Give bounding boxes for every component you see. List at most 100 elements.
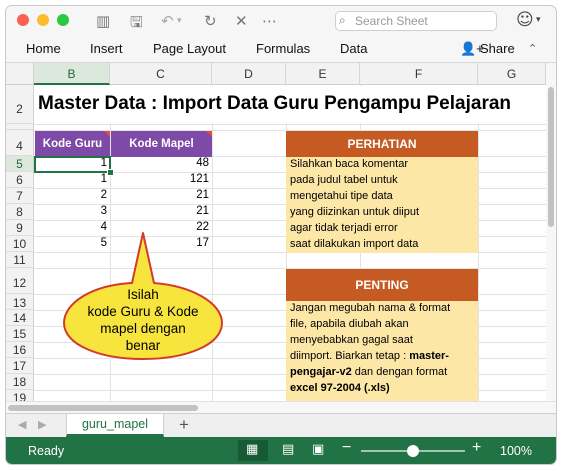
tab-insert[interactable]: Insert <box>90 41 123 56</box>
cell-kode-guru[interactable]: 2 <box>35 189 107 201</box>
spreadsheet-grid[interactable]: B C D E F G 2 4 5 6 7 8 9 10 11 12 13 14… <box>6 63 546 401</box>
row-header-7[interactable]: 7 <box>6 188 34 204</box>
sheet-tab-guru-mapel[interactable]: guru_mapel <box>66 414 164 437</box>
penting-line: excel 97-2004 (.xls) <box>290 382 390 394</box>
row-header-16[interactable]: 16 <box>6 342 34 358</box>
perhatian-line: yang diizinkan untuk diiput <box>290 206 420 218</box>
perhatian-line: mengetahui tipe data <box>290 190 393 202</box>
more-icon[interactable]: ⋯ <box>262 12 277 30</box>
row-header-6[interactable]: 6 <box>6 172 34 188</box>
search-placeholder: Search Sheet <box>355 14 428 28</box>
horizontal-scroll-thumb[interactable] <box>8 405 198 411</box>
header-kode-guru[interactable]: Kode Guru <box>35 131 110 157</box>
cell-kode-guru[interactable]: 1 <box>35 173 107 185</box>
active-cell-selection <box>34 156 111 173</box>
normal-view-icon: ▦ <box>246 442 259 457</box>
vertical-scrollbar[interactable] <box>546 63 556 401</box>
tab-page-layout[interactable]: Page Layout <box>153 41 226 56</box>
zoom-window-button[interactable] <box>57 14 69 26</box>
row-header-18[interactable]: 18 <box>6 374 34 390</box>
row-header-2[interactable]: 2 <box>6 85 34 124</box>
undo-icon[interactable]: ↶ <box>161 12 174 30</box>
penting-line: Jangan megubah nama & format <box>290 302 451 314</box>
row-header-17[interactable]: 17 <box>6 358 34 374</box>
gridline <box>478 85 479 401</box>
cell-kode-mapel[interactable]: 121 <box>111 173 209 185</box>
row-header-9[interactable]: 9 <box>6 220 34 236</box>
column-header-c[interactable]: C <box>110 63 212 85</box>
penting-line: diimport. Biarkan tetap : master- <box>290 350 449 362</box>
sheet-title: Master Data : Import Data Guru Pengampu … <box>38 93 512 114</box>
row-header-5[interactable]: 5 <box>6 156 34 172</box>
callout-line: Isilah <box>127 287 159 302</box>
penting-line: menyebabkan gagal saat <box>290 334 413 346</box>
perhatian-line: pada judul tabel untuk <box>290 174 398 186</box>
callout-text: Isilah kode Guru & Kode mapel dengan ben… <box>58 286 228 354</box>
status-bar: Ready ▦ ▤ ▣ − + 100% <box>6 437 556 464</box>
zoom-slider-thumb[interactable] <box>407 445 419 457</box>
row-header-13[interactable]: 13 <box>6 294 34 310</box>
penting-note: Jangan megubah nama & format file, apabi… <box>286 301 478 401</box>
cell-kode-mapel[interactable]: 21 <box>111 205 209 217</box>
row-header-15[interactable]: 15 <box>6 326 34 342</box>
feedback-dropdown-icon[interactable]: ▾ <box>536 15 541 25</box>
page-break-view-icon[interactable]: ▣ <box>312 442 324 457</box>
callout-line: kode Guru & Kode <box>87 304 199 319</box>
collapse-ribbon-icon[interactable]: ⌃ <box>528 42 537 55</box>
next-sheet-icon[interactable]: ▶ <box>38 418 46 431</box>
perhatian-line: agar tidak terjadi error <box>290 222 398 234</box>
minimize-window-button[interactable] <box>37 14 49 26</box>
header-kode-mapel[interactable]: Kode Mapel <box>111 131 212 157</box>
zoom-level[interactable]: 100% <box>500 444 532 458</box>
callout-line: mapel dengan <box>100 321 186 336</box>
tab-data[interactable]: Data <box>340 41 367 56</box>
cell-kode-guru[interactable]: 3 <box>35 205 107 217</box>
column-header-e[interactable]: E <box>286 63 360 85</box>
close-x-icon[interactable]: ✕ <box>235 12 248 30</box>
status-text: Ready <box>28 444 65 458</box>
prev-sheet-icon[interactable]: ◀ <box>18 418 26 431</box>
row-header-4[interactable]: 4 <box>6 130 34 156</box>
add-sheet-button[interactable]: + <box>179 415 189 435</box>
search-icon: ⌕ <box>339 13 346 27</box>
row-header-14[interactable]: 14 <box>6 310 34 326</box>
undo-dropdown-icon[interactable]: ▾ <box>177 16 182 26</box>
comment-indicator[interactable] <box>104 131 110 137</box>
perhatian-header: PERHATIAN <box>286 131 478 157</box>
perhatian-note: Silahkan baca komentar pada judul tabel … <box>286 157 478 253</box>
row-header-10[interactable]: 10 <box>6 236 34 252</box>
tab-home[interactable]: Home <box>26 41 61 56</box>
cell-kode-mapel[interactable]: 48 <box>111 157 209 169</box>
tab-formulas[interactable]: Formulas <box>256 41 310 56</box>
row-header-11[interactable]: 11 <box>6 252 34 268</box>
ribbon-tabs: Home Insert Page Layout Formulas Data 👤+… <box>6 34 556 63</box>
penting-text: diimport. Biarkan tetap : <box>290 350 410 362</box>
redo-icon[interactable]: ↻ <box>204 12 217 30</box>
title-bar: ▥ 🖫 ↶ ▾ ↻ ✕ ⋯ ⌕ Search Sheet ☺ ▾ <box>6 6 556 34</box>
select-all-corner[interactable] <box>6 63 34 85</box>
column-header-d[interactable]: D <box>212 63 286 85</box>
fill-handle[interactable] <box>107 169 114 176</box>
column-header-b[interactable]: B <box>34 63 110 85</box>
sidebar-icon[interactable]: ▥ <box>96 12 110 30</box>
row-header-19[interactable]: 19 <box>6 390 34 401</box>
comment-indicator[interactable] <box>206 131 212 137</box>
row-header-12[interactable]: 12 <box>6 268 34 294</box>
search-sheet-input[interactable]: ⌕ Search Sheet <box>335 11 497 31</box>
callout-line: benar <box>125 338 161 353</box>
zoom-out-button[interactable]: − <box>342 439 351 457</box>
penting-line: file, apabila diubah akan <box>290 318 409 330</box>
perhatian-line: saat dilakukan import data <box>290 238 419 250</box>
zoom-in-button[interactable]: + <box>472 439 481 457</box>
page-layout-view-icon[interactable]: ▤ <box>282 442 294 457</box>
close-window-button[interactable] <box>17 14 29 26</box>
penting-line: pengajar-v2 dan dengan format <box>290 366 447 378</box>
vertical-scroll-thumb[interactable] <box>548 87 554 227</box>
penting-text: dan dengan format <box>351 366 448 378</box>
share-button[interactable]: Share <box>480 41 515 56</box>
cell-kode-mapel[interactable]: 21 <box>111 189 209 201</box>
column-header-g[interactable]: G <box>478 63 546 85</box>
row-header-8[interactable]: 8 <box>6 204 34 220</box>
smiley-feedback-icon[interactable]: ☺ <box>516 10 534 30</box>
column-header-f[interactable]: F <box>360 63 478 85</box>
